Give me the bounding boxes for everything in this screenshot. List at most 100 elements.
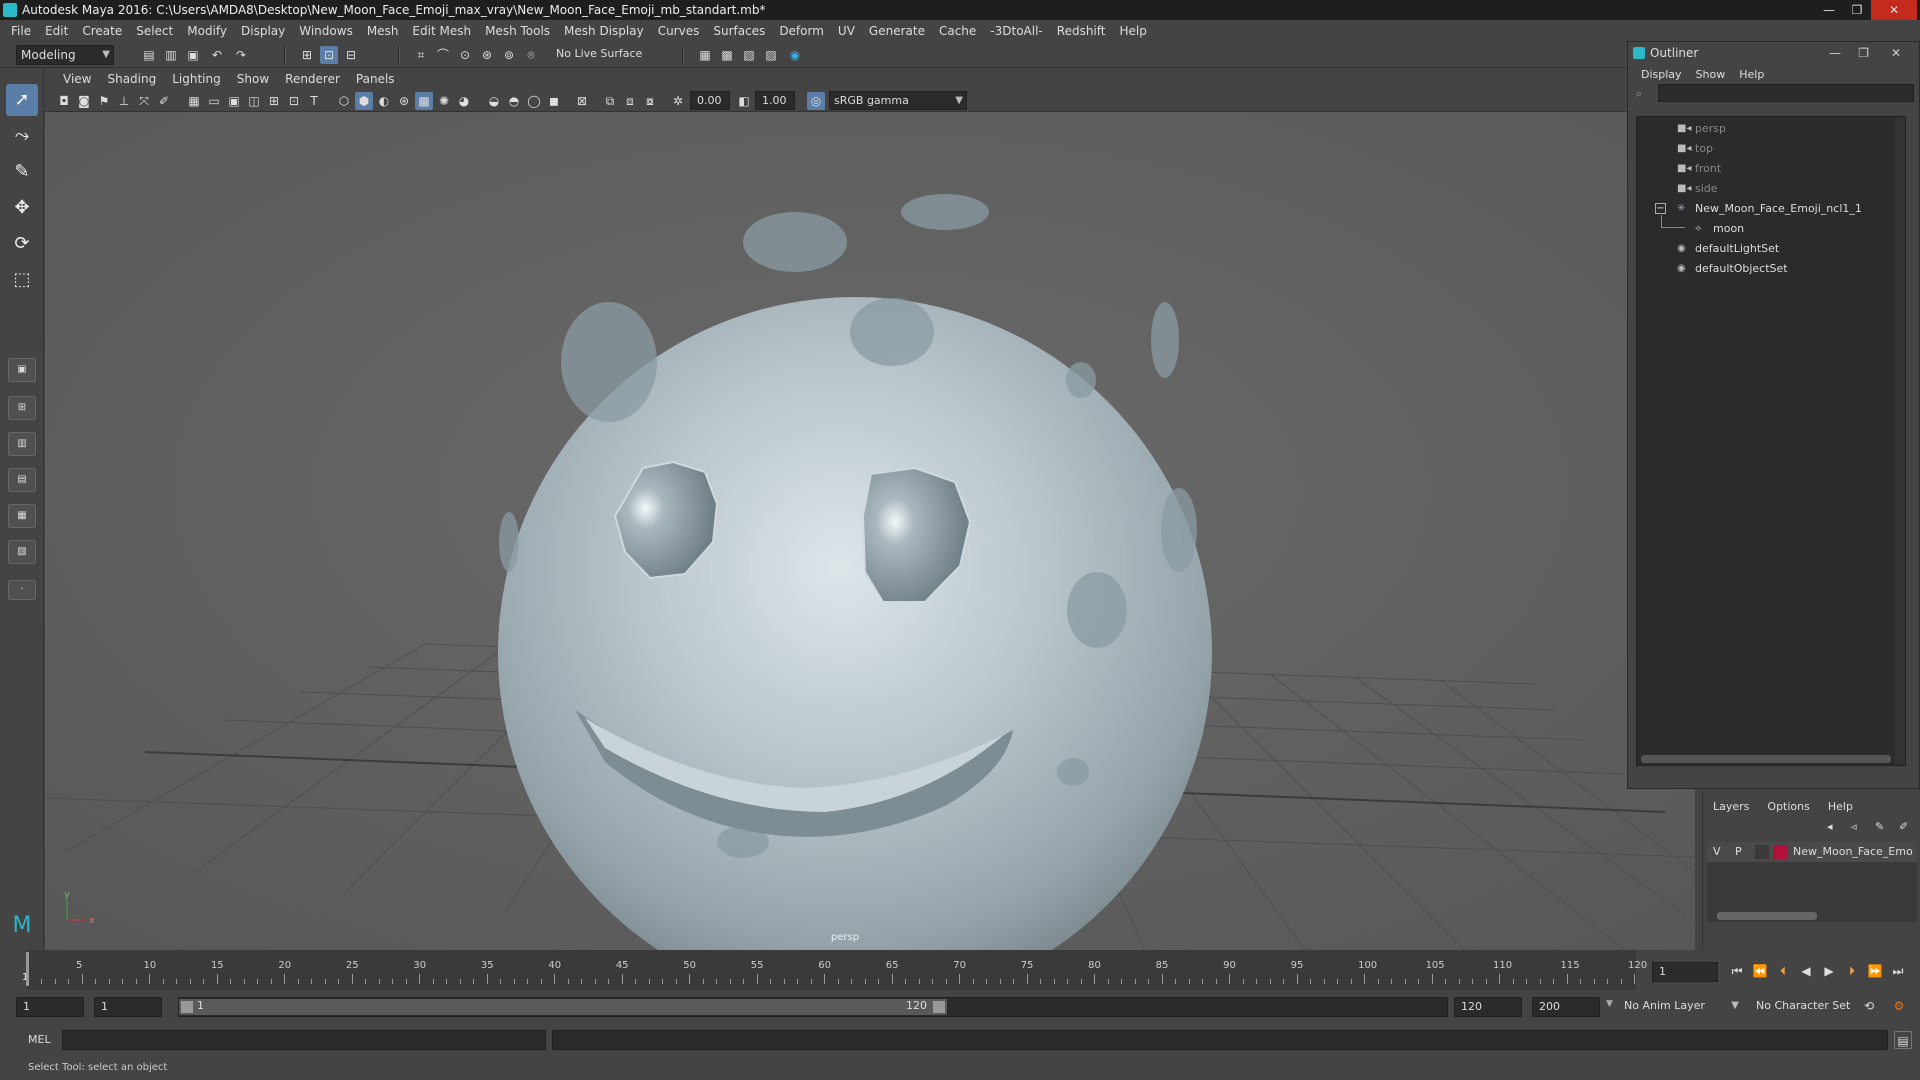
snap-curve-icon[interactable]: ⌒ xyxy=(434,46,452,64)
close-icon[interactable]: ✕ xyxy=(1871,0,1917,20)
field-chart-icon[interactable]: ⊞ xyxy=(265,92,283,110)
panel-menu-show[interactable]: Show xyxy=(229,72,277,86)
rotate-tool-icon[interactable]: ⟳ xyxy=(6,228,38,260)
gamma-icon[interactable]: ◧ xyxy=(735,92,753,110)
menu-edit[interactable]: Edit xyxy=(38,24,75,38)
layers-menu-help[interactable]: Help xyxy=(1828,800,1853,813)
current-frame-field[interactable]: 1 xyxy=(1652,962,1718,982)
layer-display-type[interactable] xyxy=(1755,845,1769,859)
render-frame-icon[interactable]: ▩ xyxy=(718,46,736,64)
wireframe-on-shaded-icon[interactable]: ⊛ xyxy=(395,92,413,110)
view-transform-dropdown[interactable]: sRGB gamma ▼ xyxy=(829,91,967,110)
script-editor-icon[interactable]: ▤ xyxy=(1894,1031,1912,1049)
anti-aliasing-icon[interactable]: ◯ xyxy=(525,92,543,110)
select-by-object-icon[interactable]: ⊡ xyxy=(320,46,338,64)
auto-key-icon[interactable]: ⟲ xyxy=(1860,997,1878,1015)
minimize-icon[interactable]: — xyxy=(1815,0,1843,20)
menu-deform[interactable]: Deform xyxy=(772,24,831,38)
range-start-handle[interactable] xyxy=(181,1001,193,1013)
smooth-shade-icon[interactable]: ⬢ xyxy=(355,92,373,110)
new-layer-icon[interactable]: ✎ xyxy=(1875,820,1884,833)
scale-tool-icon[interactable]: ⬚ xyxy=(6,264,38,296)
undo-icon[interactable]: ↶ xyxy=(208,46,226,64)
outliner-item-top[interactable]: ■◂ top xyxy=(1677,139,1713,159)
outliner-horizontal-scrollbar[interactable] xyxy=(1641,755,1891,763)
move-layer-up-icon[interactable]: ◂ xyxy=(1827,820,1833,833)
depth-of-field-icon[interactable]: ◼ xyxy=(545,92,563,110)
step-forward-key-icon[interactable]: ⏵ xyxy=(1843,962,1861,980)
animation-start-field[interactable]: 1 xyxy=(16,997,84,1017)
step-forward-frame-icon[interactable]: ⏩ xyxy=(1866,962,1884,980)
2d-pan-zoom-icon[interactable]: ⤧ xyxy=(135,92,153,110)
range-slider-track[interactable]: 1 120 xyxy=(178,997,1448,1017)
gate-mask-icon[interactable]: ◫ xyxy=(245,92,263,110)
panel-menu-shading[interactable]: Shading xyxy=(99,72,164,86)
preferences-icon[interactable]: ⚙ xyxy=(1890,997,1908,1015)
minimize-icon[interactable]: — xyxy=(1829,42,1841,64)
outliner-item-persp[interactable]: ■◂ persp xyxy=(1677,119,1726,139)
chevron-down-icon[interactable]: ▼ xyxy=(1606,999,1613,1009)
perspective-viewport[interactable]: y x persp xyxy=(45,112,1695,950)
range-end-handle[interactable] xyxy=(933,1001,945,1013)
filter-icon[interactable]: ⌕ xyxy=(1636,87,1642,101)
bookmark-icon[interactable]: ⚑ xyxy=(95,92,113,110)
safe-title-icon[interactable]: T xyxy=(305,92,323,110)
menu-mesh-display[interactable]: Mesh Display xyxy=(557,24,651,38)
go-to-start-icon[interactable]: ⏮ xyxy=(1728,962,1746,980)
ipr-render-icon[interactable]: ▧ xyxy=(740,46,758,64)
layer-visibility-toggle[interactable]: V xyxy=(1713,845,1721,858)
playback-end-field[interactable]: 120 xyxy=(1454,997,1522,1017)
animation-end-field[interactable]: 200 xyxy=(1532,997,1600,1017)
panel-menu-lighting[interactable]: Lighting xyxy=(164,72,229,86)
xray-components-icon[interactable]: ⧇ xyxy=(641,92,659,110)
image-plane-icon[interactable]: ⊥ xyxy=(115,92,133,110)
menu-curves[interactable]: Curves xyxy=(651,24,707,38)
paint-select-icon[interactable]: ✎ xyxy=(6,156,38,188)
move-layer-down-icon[interactable]: ◃ xyxy=(1851,820,1857,833)
layer-horizontal-scrollbar[interactable] xyxy=(1717,912,1817,920)
select-by-component-icon[interactable]: ⊟ xyxy=(342,46,360,64)
use-default-material-icon[interactable]: ◐ xyxy=(375,92,393,110)
outliner-item-moon[interactable]: ⟡ moon xyxy=(1695,219,1744,239)
snap-point-icon[interactable]: ⊙ xyxy=(456,46,474,64)
menu-windows[interactable]: Windows xyxy=(292,24,360,38)
character-set-dropdown[interactable]: No Character Set xyxy=(1752,997,1870,1017)
snap-grid-icon[interactable]: ⌗ xyxy=(412,46,430,64)
menu-generate[interactable]: Generate xyxy=(862,24,932,38)
command-input[interactable] xyxy=(62,1030,546,1050)
outliner-search-input[interactable] xyxy=(1658,84,1914,102)
menu-modify[interactable]: Modify xyxy=(180,24,234,38)
snap-live-icon[interactable]: ⌾ xyxy=(522,46,540,64)
camera-select-icon[interactable]: ◘ xyxy=(55,92,73,110)
snap-surface-icon[interactable]: ⊚ xyxy=(500,46,518,64)
step-back-key-icon[interactable]: ⏴ xyxy=(1774,962,1792,980)
grease-pencil-icon[interactable]: ✐ xyxy=(155,92,173,110)
menu-display[interactable]: Display xyxy=(234,24,292,38)
menu-surfaces[interactable]: Surfaces xyxy=(706,24,772,38)
color-management-icon[interactable]: ◎ xyxy=(807,92,825,110)
move-tool-icon[interactable]: ✥ xyxy=(6,192,38,224)
safe-action-icon[interactable]: ⊡ xyxy=(285,92,303,110)
playback-start-field[interactable]: 1 xyxy=(94,997,162,1017)
layer-name[interactable]: New_Moon_Face_Emo xyxy=(1793,845,1917,858)
grid-icon[interactable]: ▦ xyxy=(185,92,203,110)
menu-uv[interactable]: UV xyxy=(831,24,862,38)
menu-edit-mesh[interactable]: Edit Mesh xyxy=(405,24,478,38)
render-view-icon[interactable]: ▦ xyxy=(696,46,714,64)
command-language-label[interactable]: MEL xyxy=(28,1033,51,1046)
step-back-frame-icon[interactable]: ⏪ xyxy=(1751,962,1769,980)
panel-menu-panels[interactable]: Panels xyxy=(348,72,403,86)
persp-hypershade-layout-icon[interactable]: ▦ xyxy=(8,504,36,528)
outliner-titlebar[interactable]: Outliner — ❐ ✕ xyxy=(1628,42,1919,64)
go-to-end-icon[interactable]: ⏭ xyxy=(1889,962,1907,980)
new-scene-icon[interactable]: ▤ xyxy=(140,46,158,64)
motion-blur-icon[interactable]: ◓ xyxy=(505,92,523,110)
outliner-menu-show[interactable]: Show xyxy=(1689,68,1733,81)
resolution-gate-icon[interactable]: ▣ xyxy=(225,92,243,110)
persp-graph-layout-icon[interactable]: ▤ xyxy=(8,468,36,492)
menu-help[interactable]: Help xyxy=(1112,24,1153,38)
menu-redshift[interactable]: Redshift xyxy=(1050,24,1113,38)
outliner-item-default-object-set[interactable]: ◉ defaultObjectSet xyxy=(1677,259,1788,279)
outliner-menu-help[interactable]: Help xyxy=(1732,68,1771,81)
outliner-vertical-scrollbar[interactable] xyxy=(1895,117,1905,765)
